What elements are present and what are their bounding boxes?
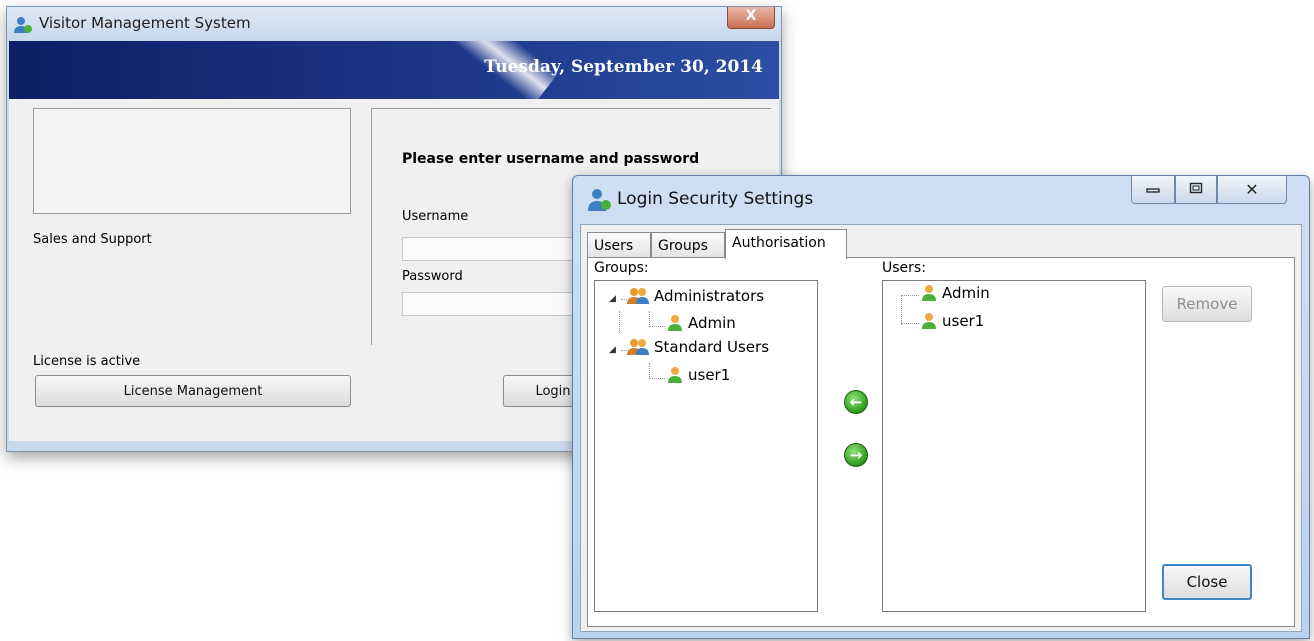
- tree-node-label: user1: [688, 366, 731, 384]
- add-to-users-button[interactable]: ←: [844, 390, 868, 414]
- license-management-button[interactable]: License Management: [35, 375, 351, 407]
- collapse-icon[interactable]: ◢: [609, 345, 616, 355]
- tree-line: [619, 311, 620, 333]
- tree-node-label: Standard Users: [654, 338, 770, 356]
- user-list-item-user1[interactable]: user1: [921, 312, 984, 330]
- user-icon: [667, 314, 683, 332]
- tab-label: Groups: [658, 238, 708, 254]
- dialog-title: Login Security Settings: [617, 189, 814, 209]
- tree-line: [649, 363, 665, 379]
- tree-node-label: Admin: [688, 314, 736, 332]
- groups-section-label: Groups:: [594, 260, 649, 276]
- remove-button[interactable]: Remove: [1162, 286, 1252, 322]
- close-icon: X: [745, 8, 757, 24]
- authorisation-tab-page: Groups: Users: ◢ Administrators Admin ◢ …: [587, 257, 1295, 627]
- current-date: Tuesday, September 30, 2014: [484, 57, 763, 77]
- tree-line: [901, 323, 919, 324]
- groups-tree[interactable]: ◢ Administrators Admin ◢ Standard Users …: [594, 280, 818, 612]
- main-window-title: Visitor Management System: [39, 14, 251, 32]
- user-app-icon: [13, 16, 33, 38]
- license-status-label: License is active: [33, 354, 141, 369]
- tab-groups[interactable]: Groups: [651, 232, 725, 258]
- arrow-right-icon: →: [849, 446, 863, 464]
- users-tree[interactable]: Admin user1: [882, 280, 1146, 612]
- sales-support-label: Sales and Support: [33, 232, 152, 247]
- tree-line: [901, 295, 919, 325]
- tree-node-administrators[interactable]: Administrators: [627, 287, 764, 305]
- close-icon: ✕: [1245, 180, 1259, 199]
- password-label: Password: [402, 269, 463, 284]
- user-app-icon: [587, 188, 613, 216]
- tab-authorisation[interactable]: Authorisation: [725, 229, 847, 259]
- user-list-label: Admin: [942, 284, 990, 302]
- tree-node-user1[interactable]: user1: [667, 366, 730, 384]
- header-banner: Tuesday, September 30, 2014: [9, 41, 779, 99]
- tab-label: Users: [594, 238, 634, 254]
- minimize-button[interactable]: [1131, 176, 1175, 204]
- minimize-icon: [1146, 182, 1160, 197]
- user-list-label: user1: [942, 312, 985, 330]
- group-icon: [627, 338, 649, 356]
- user-icon: [921, 312, 937, 330]
- dialog-client-area: Users Groups Authorisation Groups: Users…: [580, 224, 1302, 632]
- login-security-settings-dialog: Login Security Settings ✕ Users Groups A…: [572, 175, 1310, 639]
- group-icon: [627, 287, 649, 305]
- collapse-icon[interactable]: ◢: [609, 294, 616, 304]
- tab-users[interactable]: Users: [587, 232, 651, 258]
- user-icon: [667, 366, 683, 384]
- tree-node-admin[interactable]: Admin: [667, 314, 736, 332]
- arrow-left-icon: ←: [849, 393, 863, 411]
- login-prompt: Please enter username and password: [402, 151, 700, 167]
- user-icon: [921, 284, 937, 302]
- remove-from-users-button[interactable]: →: [844, 443, 868, 467]
- close-button[interactable]: Close: [1162, 564, 1252, 600]
- dialog-close-button[interactable]: ✕: [1217, 176, 1287, 204]
- tree-line: [649, 311, 665, 327]
- tree-node-standard-users[interactable]: Standard Users: [627, 338, 769, 356]
- tree-node-label: Administrators: [654, 287, 765, 305]
- maximize-button[interactable]: [1175, 176, 1217, 204]
- maximize-icon: [1189, 182, 1203, 198]
- user-list-item-admin[interactable]: Admin: [921, 284, 990, 302]
- main-close-button[interactable]: X: [727, 7, 775, 29]
- main-title-bar[interactable]: Visitor Management System X: [7, 7, 781, 41]
- username-label: Username: [402, 209, 469, 224]
- users-section-label: Users:: [882, 260, 926, 276]
- logo-placeholder: [33, 108, 351, 214]
- tab-label: Authorisation: [732, 235, 826, 251]
